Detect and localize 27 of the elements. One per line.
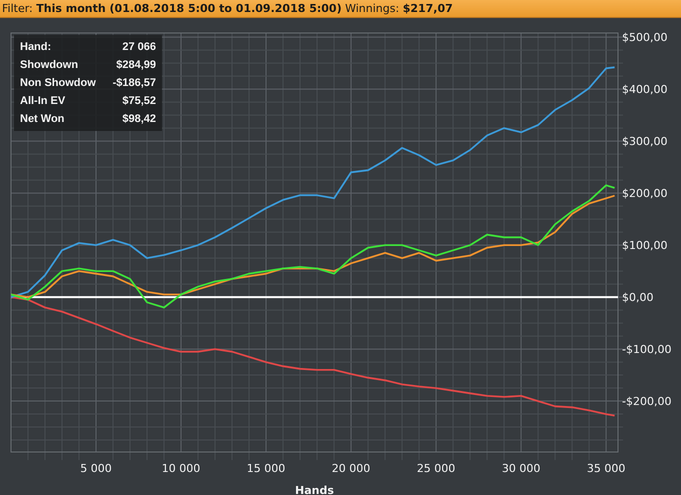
stat-label: All-In EV [20,94,66,109]
x-tick-label: 35 000 [586,462,626,475]
x-tick-label: 10 000 [162,462,200,475]
stat-value: 27 066 [121,40,156,55]
x-axis-title: Hands [295,484,334,495]
x-tick-label: 25 000 [416,462,456,475]
filter-summary: Filter: This month (01.08.2018 5:00 to 01.09.2018 5:00) Winnings: $217,07 [0,0,681,18]
y-tick-label: -$200,00 [622,395,672,408]
x-tick-label: 5 000 [80,462,112,475]
stat-label: Non Showdow [20,76,97,91]
stat-value: $284,99 [115,58,156,73]
y-tick-label: $500,00 [622,31,668,44]
stat-label: Hand: [20,40,52,55]
stat-value: -$186,57 [112,76,156,91]
y-tick-label: $400,00 [622,83,668,96]
x-tick-label: 30 000 [502,462,540,475]
y-tick-label: $100,00 [622,239,668,252]
stat-value: $98,42 [121,112,156,127]
stat-label: Showdown [20,58,80,73]
y-tick-label: $300,00 [622,135,668,148]
stat-label: Net Won [20,112,66,127]
y-tick-label: -$100,00 [622,343,672,356]
y-tick-label: $200,00 [622,187,668,200]
x-tick-label: 15 000 [246,462,286,475]
x-tick-label: 20 000 [332,462,370,475]
y-tick-label: $0,00 [622,291,654,304]
stat-value: $75,52 [121,94,156,109]
